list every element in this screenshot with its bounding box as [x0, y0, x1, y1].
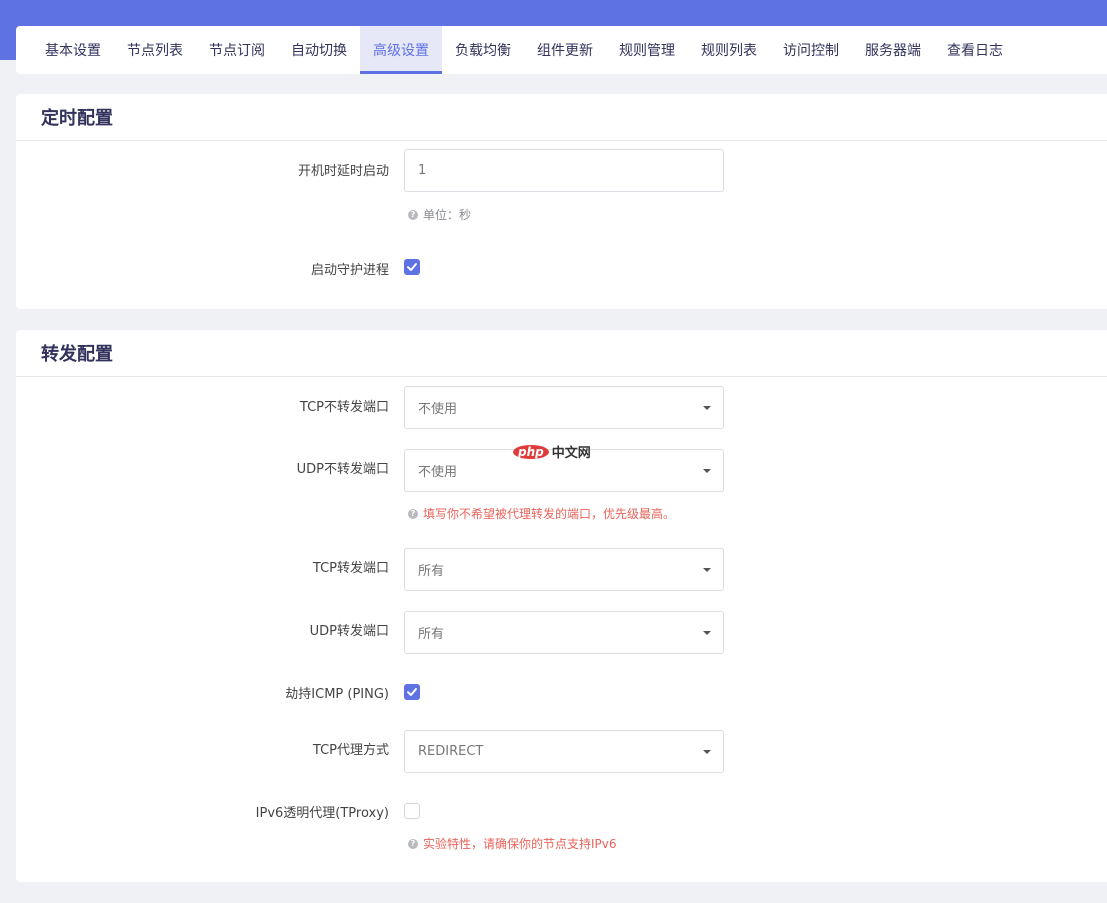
section-header: 定时配置	[16, 94, 1107, 141]
ipv6-tproxy-hint: ? 实验特性，请确保你的节点支持IPv6	[408, 835, 617, 852]
hijack-icmp-label: 劫持ICMP (PING)	[285, 687, 389, 702]
boot-delay-hint: ? 单位：秒	[408, 206, 471, 223]
check-icon	[407, 688, 417, 696]
caret-down-icon	[703, 469, 711, 473]
caret-down-icon	[703, 631, 711, 635]
watermark: php 中文网	[513, 442, 591, 461]
hijack-icmp-checkbox[interactable]	[404, 684, 420, 700]
watermark-logo: php	[513, 444, 549, 459]
udp-redir-label: UDP转发端口	[309, 624, 389, 639]
tab-bar: 基本设置 节点列表 节点订阅 自动切换 高级设置 负载均衡 组件更新 规则管理 …	[16, 26, 1107, 74]
daemon-checkbox[interactable]	[404, 259, 420, 275]
tab-basic-settings[interactable]: 基本设置	[32, 26, 114, 74]
tab-rule-list[interactable]: 规则列表	[688, 26, 770, 74]
select-value: 不使用	[418, 465, 458, 480]
tcp-redir-label: TCP转发端口	[312, 561, 389, 576]
forward-config-section: 转发配置 TCP不转发端口 不使用 UDP不转发端口 不使用 ? 填写你不希望被…	[16, 330, 1107, 882]
tab-server[interactable]: 服务器端	[852, 26, 934, 74]
watermark-text: 中文网	[551, 446, 591, 461]
tab-advanced-settings[interactable]: 高级设置	[360, 26, 442, 74]
hint-text: 实验特性，请确保你的节点支持IPv6	[423, 837, 617, 851]
udp-no-redir-hint: ? 填写你不希望被代理转发的端口，优先级最高。	[408, 505, 675, 522]
hint-text: 单位：秒	[423, 208, 472, 222]
tab-load-balance[interactable]: 负载均衡	[442, 26, 524, 74]
question-icon: ?	[408, 209, 418, 220]
tab-auto-switch[interactable]: 自动切换	[278, 26, 360, 74]
select-value: REDIRECT	[418, 744, 484, 759]
select-value: 所有	[418, 627, 445, 642]
tab-node-list[interactable]: 节点列表	[114, 26, 196, 74]
tcp-no-redir-select[interactable]: 不使用	[404, 386, 724, 429]
section-title: 定时配置	[41, 108, 113, 129]
section-header: 转发配置	[16, 330, 1107, 377]
tcp-proxy-way-select[interactable]: REDIRECT	[404, 730, 724, 773]
question-icon: ?	[408, 838, 418, 849]
caret-down-icon	[703, 406, 711, 410]
daemon-label: 启动守护进程	[310, 263, 389, 278]
boot-delay-label: 开机时延时启动	[297, 164, 389, 179]
select-value: 不使用	[418, 402, 458, 417]
udp-no-redir-label: UDP不转发端口	[296, 462, 389, 477]
select-value: 所有	[418, 564, 445, 579]
tcp-proxy-way-label: TCP代理方式	[312, 743, 389, 758]
boot-delay-input[interactable]	[418, 163, 698, 178]
boot-delay-field[interactable]	[404, 149, 724, 192]
check-icon	[407, 263, 417, 271]
hint-text: 填写你不希望被代理转发的端口，优先级最高。	[423, 507, 676, 521]
caret-down-icon	[703, 568, 711, 572]
ipv6-tproxy-label: IPv6透明代理(TProxy)	[255, 806, 389, 821]
tab-access-control[interactable]: 访问控制	[770, 26, 852, 74]
tab-rule-manage[interactable]: 规则管理	[606, 26, 688, 74]
timer-config-section: 定时配置 开机时延时启动 ? 单位：秒 启动守护进程	[16, 94, 1107, 309]
udp-redir-select[interactable]: 所有	[404, 611, 724, 654]
tab-view-log[interactable]: 查看日志	[934, 26, 1016, 74]
ipv6-tproxy-checkbox[interactable]	[404, 803, 420, 819]
question-icon: ?	[408, 508, 418, 519]
tab-node-subscribe[interactable]: 节点订阅	[196, 26, 278, 74]
tcp-redir-select[interactable]: 所有	[404, 548, 724, 591]
caret-down-icon	[703, 750, 711, 754]
section-title: 转发配置	[41, 344, 113, 365]
tcp-no-redir-label: TCP不转发端口	[299, 400, 389, 415]
tab-component-update[interactable]: 组件更新	[524, 26, 606, 74]
